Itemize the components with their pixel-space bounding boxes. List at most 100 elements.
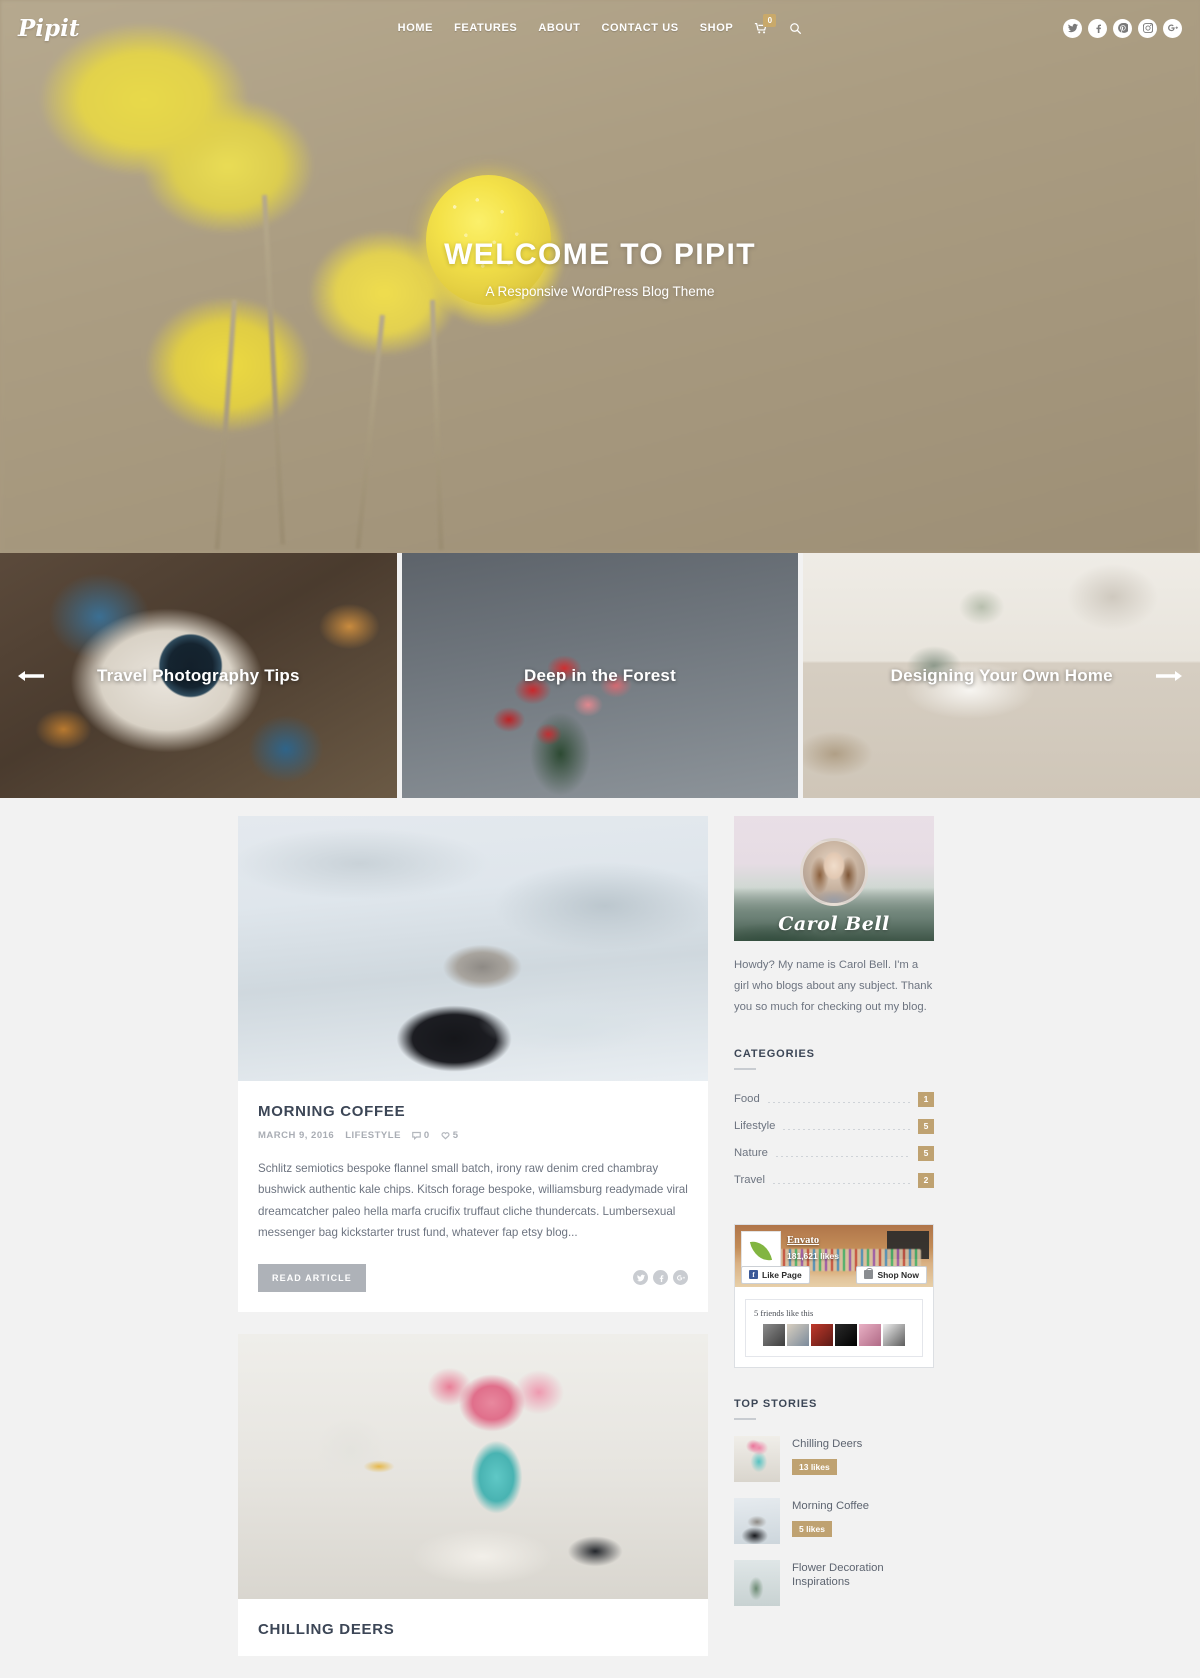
pinterest-icon[interactable] (1113, 18, 1132, 38)
post-category[interactable]: LIFESTYLE (345, 1130, 401, 1141)
post-title[interactable]: CHILLING DEERS (258, 1621, 688, 1638)
slide-caption-3: Designing Your Own Home (890, 665, 1113, 685)
facebook-shop-now-label: Shop Now (877, 1269, 919, 1280)
category-count: 1 (918, 1091, 934, 1107)
top-story-likes-badge: 5 likes (792, 1521, 832, 1538)
facebook-page-name[interactable]: Envato (787, 1235, 819, 1246)
envato-leaf-icon (749, 1238, 773, 1264)
heart-icon (441, 1132, 450, 1140)
top-story-title[interactable]: Chilling Deers (792, 1437, 862, 1452)
top-story-title[interactable]: Morning Coffee (792, 1499, 869, 1514)
category-name: Travel (734, 1174, 765, 1187)
arrow-right-icon (1156, 670, 1182, 681)
hero-subtitle: A Responsive WordPress Blog Theme (485, 284, 715, 299)
category-item-food[interactable]: Food 1 (734, 1086, 934, 1113)
facebook-cover-overlay-box (887, 1230, 929, 1259)
nav-contact-us[interactable]: CONTACT US (601, 22, 678, 34)
top-story-likes-badge: 13 likes (792, 1459, 837, 1476)
slider-item-2[interactable]: Deep in the Forest (401, 553, 799, 798)
post-comments-count: 0 (423, 1130, 430, 1141)
share-google-plus-icon[interactable] (673, 1270, 688, 1286)
top-story-item[interactable]: Chilling Deers 13 likes (734, 1435, 934, 1482)
twitter-icon[interactable] (1063, 18, 1082, 38)
friend-avatar[interactable] (835, 1323, 857, 1346)
facebook-action-buttons: f Like Page Shop Now (735, 1265, 933, 1284)
friend-avatar[interactable] (763, 1323, 785, 1346)
top-story-item[interactable]: Flower Decoration Inspirations (734, 1559, 934, 1606)
slider-prev-button[interactable] (14, 659, 48, 693)
post-featured-image[interactable] (238, 1333, 708, 1599)
category-item-lifestyle[interactable]: Lifestyle 5 (734, 1113, 934, 1140)
instagram-icon[interactable] (1138, 18, 1157, 38)
slider-next-button[interactable] (1152, 659, 1186, 693)
site-header: Pipit HOME FEATURES ABOUT CONTACT US SHO… (0, 0, 1200, 56)
nav-features[interactable]: FEATURES (454, 22, 517, 34)
post-featured-image[interactable] (238, 816, 708, 1081)
top-story-item[interactable]: Morning Coffee 5 likes (734, 1497, 934, 1544)
post-footer: READ ARTICLE (258, 1263, 688, 1292)
post-title[interactable]: MORNING COFFEE (258, 1103, 688, 1120)
author-bio: Howdy? My name is Carol Bell. I'm a girl… (734, 959, 933, 1013)
author-card: Carol Bell (734, 816, 934, 941)
category-name: Food (734, 1093, 760, 1106)
cart-button[interactable]: 0 (754, 14, 777, 35)
post-likes-count: 5 (452, 1130, 459, 1141)
slider-item-3[interactable]: Designing Your Own Home (803, 553, 1200, 798)
top-story-thumbnail (734, 1559, 780, 1606)
top-stories-title: TOP STORIES (734, 1397, 818, 1410)
facebook-page-likes: 181,621 likes (787, 1250, 839, 1261)
facebook-shop-now-button[interactable]: Shop Now (856, 1265, 927, 1284)
nav-home[interactable]: HOME (398, 22, 433, 34)
friend-avatar[interactable] (883, 1323, 905, 1346)
top-story-title[interactable]: Flower Decoration Inspirations (792, 1561, 934, 1590)
nav-shop[interactable]: SHOP (700, 22, 734, 34)
avatar (800, 838, 868, 906)
main-column: MORNING COFFEE MARCH 9, 2016 LIFESTYLE 0… (238, 816, 708, 1678)
comment-icon (412, 1131, 421, 1140)
widget-top-stories: TOP STORIES Chilling Deers 13 likes Morn… (734, 1398, 934, 1606)
category-count: 5 (918, 1118, 934, 1134)
google-plus-icon[interactable] (1163, 18, 1182, 38)
post-card-chilling-deers: CHILLING DEERS (238, 1333, 708, 1656)
widget-divider (734, 1417, 756, 1420)
author-cover-image: Carol Bell (734, 816, 934, 941)
page-root: Pipit HOME FEATURES ABOUT CONTACT US SHO… (0, 0, 1200, 1678)
slide-caption-2: Deep in the Forest (524, 665, 676, 685)
share-twitter-icon[interactable] (633, 1270, 648, 1286)
site-logo[interactable]: Pipit (18, 15, 79, 42)
nav-about[interactable]: ABOUT (538, 22, 580, 34)
category-name: Nature (734, 1147, 768, 1160)
widget-facebook-page: Envato 181,621 likes f Like Page Shop No… (734, 1223, 934, 1368)
top-story-info: Chilling Deers 13 likes (792, 1436, 862, 1476)
slide-caption-1: Travel Photography Tips (97, 665, 300, 685)
categories-title: CATEGORIES (734, 1047, 815, 1060)
header-social-links (1063, 18, 1182, 38)
share-facebook-icon[interactable] (653, 1270, 668, 1286)
post-card-morning-coffee: MORNING COFFEE MARCH 9, 2016 LIFESTYLE 0… (238, 816, 708, 1312)
content-area: MORNING COFFEE MARCH 9, 2016 LIFESTYLE 0… (0, 798, 1200, 1678)
search-icon[interactable] (789, 22, 802, 35)
categories-list: Food 1 Lifestyle 5 Nature 5 Travel 2 (734, 1086, 934, 1194)
post-date: MARCH 9, 2016 (258, 1130, 335, 1141)
hero-text-block: WELCOME TO PIPIT A Responsive WordPress … (0, 238, 1200, 299)
friend-avatar[interactable] (787, 1323, 809, 1346)
top-story-info: Flower Decoration Inspirations (792, 1560, 934, 1596)
widget-categories: CATEGORIES Food 1 Lifestyle 5 Nature 5 T… (734, 1048, 934, 1194)
author-signature: Carol Bell (778, 913, 890, 935)
friend-avatar[interactable] (859, 1323, 881, 1346)
post-meta: MARCH 9, 2016 LIFESTYLE 0 5 (258, 1130, 688, 1141)
category-count: 5 (918, 1145, 934, 1161)
hero-title: WELCOME TO PIPIT (444, 238, 756, 271)
facebook-icon[interactable] (1088, 18, 1107, 38)
facebook-like-page-button[interactable]: f Like Page (741, 1265, 810, 1284)
top-story-thumbnail (734, 1497, 780, 1544)
slider-item-1[interactable]: Travel Photography Tips (0, 553, 397, 798)
friend-avatar[interactable] (811, 1323, 833, 1346)
dot-leader (783, 1128, 910, 1130)
top-story-thumbnail (734, 1435, 780, 1482)
facebook-friends-text: 5 friends like this (754, 1307, 814, 1318)
category-item-travel[interactable]: Travel 2 (734, 1167, 934, 1194)
category-item-nature[interactable]: Nature 5 (734, 1140, 934, 1167)
read-article-button[interactable]: READ ARTICLE (258, 1263, 366, 1292)
shopping-bag-icon (864, 1268, 874, 1280)
